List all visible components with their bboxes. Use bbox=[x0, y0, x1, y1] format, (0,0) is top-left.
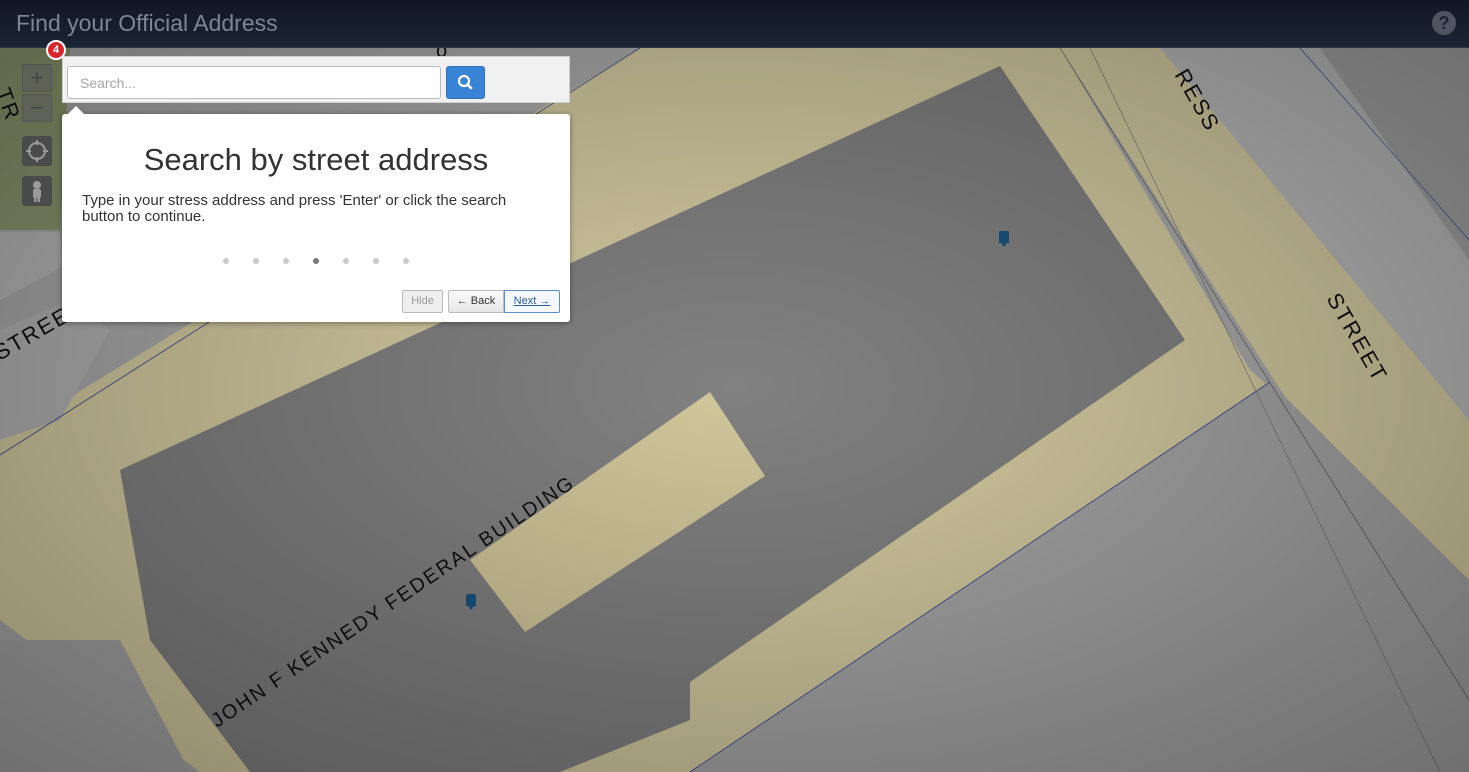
app-header: Find your Official Address ? bbox=[0, 0, 1469, 48]
locate-button[interactable] bbox=[22, 136, 52, 166]
popover-title: Search by street address bbox=[143, 142, 489, 177]
streetview-button[interactable] bbox=[22, 176, 52, 206]
tour-step-badge: 4 bbox=[46, 40, 66, 60]
tour-progress-dot[interactable] bbox=[343, 258, 349, 264]
tour-progress-dot[interactable] bbox=[223, 258, 229, 264]
tour-progress-dot[interactable] bbox=[283, 258, 289, 264]
tour-progress-dot[interactable] bbox=[253, 258, 259, 264]
zoom-out-button[interactable]: − bbox=[22, 94, 52, 122]
tour-progress-dots bbox=[218, 258, 418, 266]
tour-progress-dot[interactable] bbox=[403, 258, 409, 264]
popover-body: Type in your stress address and press 'E… bbox=[82, 192, 507, 225]
tour-progress-dot[interactable] bbox=[373, 258, 379, 264]
search-icon bbox=[457, 74, 473, 90]
hide-button[interactable]: Hide bbox=[402, 290, 443, 313]
map-marker-pin[interactable] bbox=[466, 594, 476, 610]
tour-popover: Search by street address Type in your st… bbox=[62, 106, 570, 322]
crosshair-icon bbox=[26, 140, 48, 162]
zoom-in-button[interactable]: + bbox=[22, 64, 52, 92]
back-button[interactable]: ← Back bbox=[448, 290, 504, 313]
search-bar bbox=[62, 56, 570, 103]
help-icon[interactable]: ? bbox=[1432, 11, 1456, 35]
search-input[interactable] bbox=[67, 66, 441, 99]
pegman-icon bbox=[33, 181, 41, 202]
app-title: Find your Official Address bbox=[16, 10, 278, 36]
popover-arrow bbox=[68, 106, 84, 114]
map-marker-pin[interactable] bbox=[999, 231, 1009, 247]
search-button[interactable] bbox=[446, 66, 485, 99]
tour-progress-dot[interactable] bbox=[313, 258, 319, 264]
next-button[interactable]: Next → bbox=[504, 290, 560, 313]
